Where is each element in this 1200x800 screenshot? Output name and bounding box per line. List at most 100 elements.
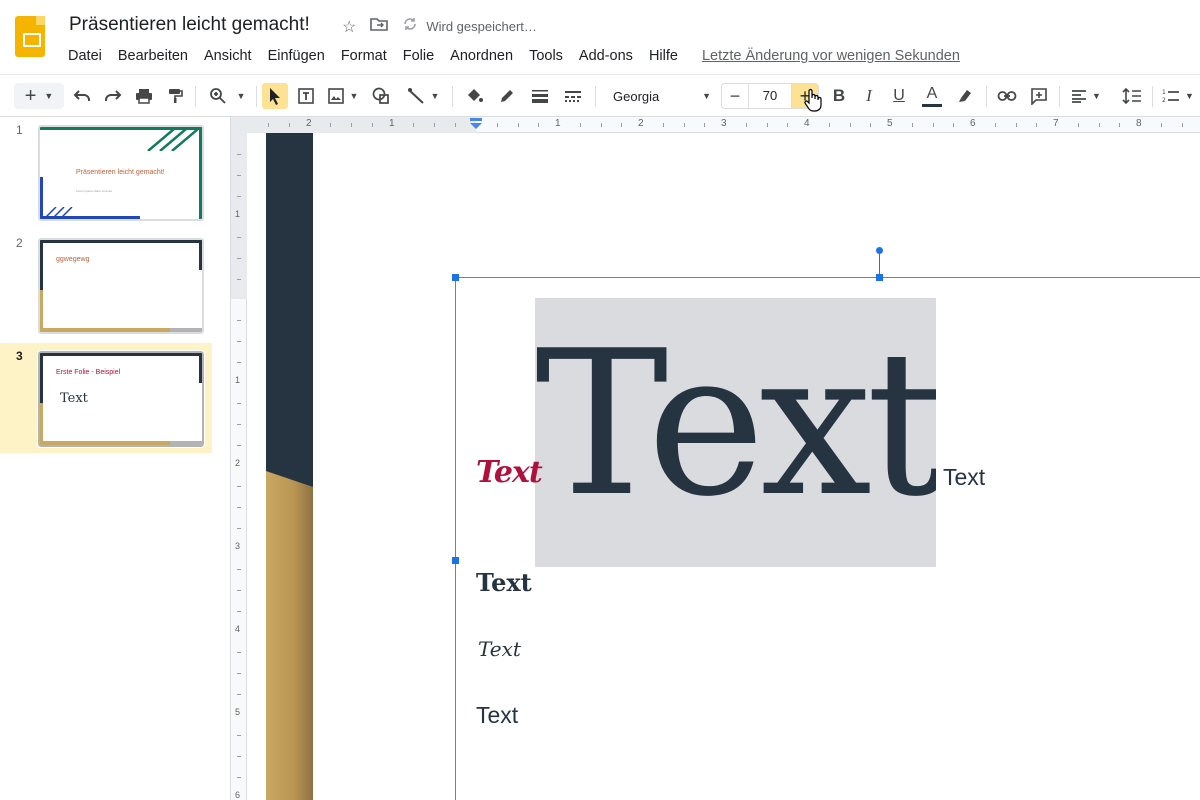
line-button[interactable]: ▼ (402, 83, 444, 109)
ruler-tick (237, 735, 241, 736)
indent-marker-icon[interactable] (470, 118, 482, 130)
ruler-tick (1182, 123, 1183, 127)
decrease-font-size-button[interactable]: − (722, 86, 748, 107)
ruler-tick (870, 123, 871, 127)
select-tool-button[interactable] (262, 83, 288, 109)
highlight-color-button[interactable] (953, 83, 977, 109)
hand-cursor-icon (804, 88, 822, 112)
toolbar-separator (452, 86, 453, 107)
rotation-handle[interactable] (876, 247, 883, 254)
undo-button[interactable] (70, 83, 94, 109)
paint-format-button[interactable] (163, 83, 187, 109)
text-color-icon: A (926, 84, 938, 102)
text-color-button[interactable]: A (919, 83, 945, 109)
menu-bearbeiten[interactable]: Bearbeiten (110, 46, 196, 66)
fill-color-button[interactable] (462, 83, 486, 109)
plain-sans-text[interactable]: Text (476, 702, 518, 729)
ruler-number: 3 (235, 541, 241, 551)
shape-button[interactable] (369, 83, 393, 109)
slide-decoration-bar (266, 133, 313, 800)
border-weight-button[interactable] (528, 83, 552, 109)
thumb-right-bar (199, 353, 202, 383)
trailing-text[interactable]: Text (943, 464, 985, 491)
ruler-tick (1119, 123, 1120, 127)
menu-tools[interactable]: Tools (521, 46, 571, 66)
document-title[interactable]: Präsentieren leicht gemacht! (69, 14, 310, 36)
numbered-list-button[interactable]: 12 ▼ (1162, 83, 1200, 109)
border-dash-button[interactable] (561, 83, 585, 109)
menu-einfuegen[interactable]: Einfügen (260, 46, 333, 66)
bold-button[interactable]: B (828, 83, 850, 109)
slide-thumbnail-1[interactable]: 1 Präsentieren leicht gemacht! Lorem ips… (0, 117, 212, 227)
slide-thumbnail-3[interactable]: 3 Erste Folie - Beispiel Text (0, 343, 212, 453)
ruler-tick (684, 123, 685, 127)
star-icon[interactable]: ☆ (342, 17, 356, 37)
ruler-tick (455, 123, 456, 127)
zoom-button[interactable]: ▼ (204, 83, 250, 109)
slide-number: 3 (16, 349, 23, 363)
ruler-number: 4 (804, 118, 810, 129)
redo-icon (105, 90, 122, 101)
italic-button[interactable]: I (858, 83, 880, 109)
thumb-left-bar (40, 240, 43, 290)
redo-button[interactable] (101, 83, 125, 109)
print-button[interactable] (132, 83, 156, 109)
menu-addons[interactable]: Add-ons (571, 46, 641, 66)
thumb-left-bar (40, 177, 43, 219)
underline-button[interactable]: U (888, 83, 910, 109)
insert-comment-button[interactable] (1027, 83, 1051, 109)
line-spacing-button[interactable] (1120, 83, 1144, 109)
ruler-tick (237, 341, 241, 342)
border-color-button[interactable] (495, 83, 519, 109)
rotation-handle-line (879, 253, 880, 275)
toolbar: + ▼ ▼ ▼ ▼ Georgia ▼ − 70 + B I U A ▼ 1 2… (0, 74, 1200, 117)
resize-handle-top-center[interactable] (876, 274, 883, 281)
ruler-tick (237, 424, 241, 425)
menu-ansicht[interactable]: Ansicht (196, 46, 260, 66)
resize-handle-middle-left[interactable] (452, 557, 459, 564)
ruler-tick (237, 237, 241, 238)
vertical-ruler: 1 1 2 3 4 5 6 (231, 117, 247, 800)
last-edit-link[interactable]: Letzte Änderung vor wenigen Sekunden (700, 46, 962, 66)
ruler-number: 1 (389, 118, 395, 129)
saving-status: Wird gespeichert… (426, 19, 537, 34)
insert-link-button[interactable] (995, 83, 1019, 109)
selected-large-text[interactable]: Text (535, 305, 936, 565)
menu-datei[interactable]: Datei (60, 46, 110, 66)
resize-handle-top-left[interactable] (452, 274, 459, 281)
slides-logo-icon[interactable] (15, 16, 45, 57)
menu-folie[interactable]: Folie (395, 46, 442, 66)
ruler-shade (247, 117, 476, 133)
thumb-stripes-top (147, 129, 198, 151)
slide-thumbnail-2[interactable]: 2 ggwegewg (0, 230, 212, 340)
align-button[interactable]: ▼ (1067, 83, 1105, 109)
insert-image-button[interactable]: ▼ (324, 83, 362, 109)
menu-hilfe[interactable]: Hilfe (641, 46, 686, 66)
cursor-arrow-icon (270, 88, 280, 105)
ruler-tick (351, 123, 352, 127)
menu-format[interactable]: Format (333, 46, 395, 66)
slide-preview: Erste Folie - Beispiel Text (37, 350, 205, 448)
ruler-tick (237, 196, 241, 197)
menu-anordnen[interactable]: Anordnen (442, 46, 521, 66)
move-folder-icon[interactable] (370, 16, 389, 37)
italic-icon: I (866, 86, 872, 105)
ruler-tick (237, 528, 241, 529)
ruler-tick (1099, 123, 1100, 127)
font-family-select[interactable]: Georgia ▼ (605, 84, 717, 108)
svg-text:2: 2 (1162, 97, 1166, 104)
ruler-tick (237, 777, 241, 778)
shapes-icon (372, 87, 389, 104)
ruler-tick (995, 123, 996, 127)
text-box-button[interactable] (294, 83, 318, 109)
red-script-text[interactable]: Text (476, 455, 543, 490)
thumb-top-bar (40, 240, 202, 243)
new-slide-button[interactable]: + ▼ (14, 83, 64, 109)
bold-serif-text[interactable]: Text (476, 568, 532, 597)
italic-script-text[interactable]: Text (478, 637, 521, 661)
font-size-input[interactable]: 70 (748, 84, 792, 108)
toolbar-separator (256, 86, 257, 107)
ruler-tick (237, 486, 241, 487)
toolbar-separator (1152, 86, 1153, 107)
ruler-tick (237, 258, 241, 259)
